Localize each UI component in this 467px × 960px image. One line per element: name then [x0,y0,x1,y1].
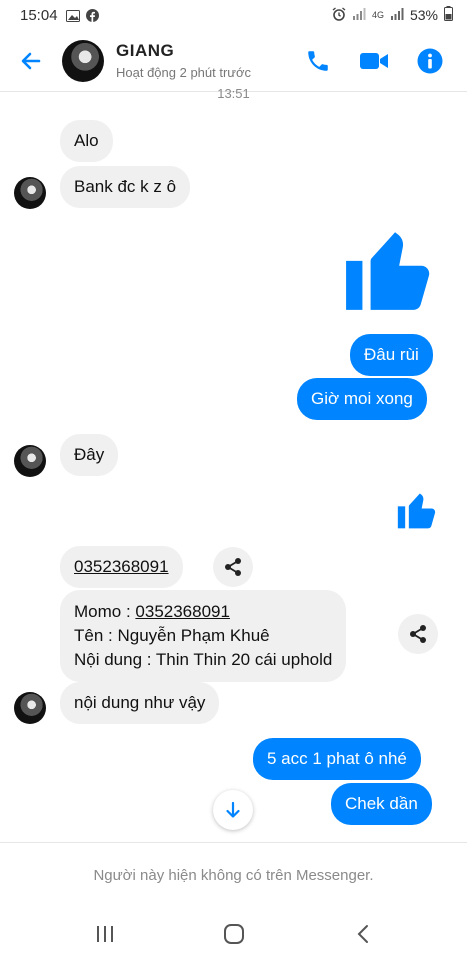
unavailable-notice: Người này hiện không có trên Messenger. [93,867,374,884]
chevron-left-icon [357,925,368,943]
message-outgoing[interactable]: Giờ moi xong [297,378,427,420]
message-incoming[interactable]: Alo [60,120,113,162]
message-incoming[interactable]: Đây [60,434,119,476]
message-timestamp: 13:51 [217,86,250,101]
recent-apps-icon [96,926,113,942]
thumbs-up-icon[interactable] [342,220,440,323]
message-outgoing[interactable]: Đâu rùi [350,334,433,376]
message-incoming-phone-link[interactable]: 0352368091 [60,546,183,588]
system-back-button[interactable] [343,914,383,954]
message-outgoing[interactable]: 5 acc 1 phat ô nhé [253,738,421,780]
alarm-icon [332,6,346,24]
momo-phone-link[interactable]: 0352368091 [135,602,230,621]
back-button[interactable] [16,46,46,76]
info-button[interactable] [415,46,445,76]
gallery-icon [65,9,80,22]
conversation-header: GIANG Hoạt động 2 phút trước [0,30,467,92]
message-incoming-multiline[interactable]: Momo : 0352368091 Tên : Nguyễn Phạm Khuê… [60,590,347,682]
home-button[interactable] [214,914,254,954]
scroll-to-bottom-button[interactable] [213,790,253,830]
message-incoming[interactable]: nội dung như vậy [60,682,220,724]
contact-name: GIANG [116,41,175,60]
network-type: 4G [371,10,384,20]
clock: 15:04 [20,6,58,24]
voice-call-button[interactable] [303,46,333,76]
message-incoming[interactable]: Bank đc k z ô [60,166,191,208]
home-icon [223,924,244,944]
recipient-name-line: Tên : Nguyễn Phạm Khuê [74,626,270,645]
share-icon [225,558,241,576]
contact-info[interactable]: GIANG Hoạt động 2 phút trước [116,41,251,80]
facebook-icon [85,9,100,22]
unavailable-notice-bar: Người này hiện không có trên Messenger. [0,842,467,908]
info-icon [417,48,443,73]
share-button[interactable] [398,614,438,654]
sender-avatar[interactable] [14,177,46,209]
momo-label: Momo : [74,602,136,621]
battery-icon [444,6,453,24]
thumbs-up-icon[interactable] [396,488,440,537]
system-navigation-bar [0,908,467,960]
contact-avatar[interactable] [62,39,104,82]
phone-icon [308,50,328,71]
signal-icon-2 [390,7,404,23]
signal-icon [352,7,366,23]
video-call-button[interactable] [359,46,389,76]
sender-avatar[interactable] [14,692,46,724]
arrow-down-icon [226,801,240,818]
battery-percent: 53% [409,7,438,23]
sender-avatar[interactable] [14,445,46,477]
arrow-left-icon [21,52,41,69]
message-outgoing[interactable]: Chek dần [331,783,432,825]
share-button[interactable] [213,547,253,587]
video-camera-icon [360,52,388,69]
transfer-content-line: Nội dung : Thin Thin 20 cái uphold [74,650,333,669]
contact-status: Hoạt động 2 phút trước [116,65,252,80]
recent-apps-button[interactable] [85,914,125,954]
share-icon [410,625,426,643]
status-bar: 15:04 4G 53% [0,0,467,30]
